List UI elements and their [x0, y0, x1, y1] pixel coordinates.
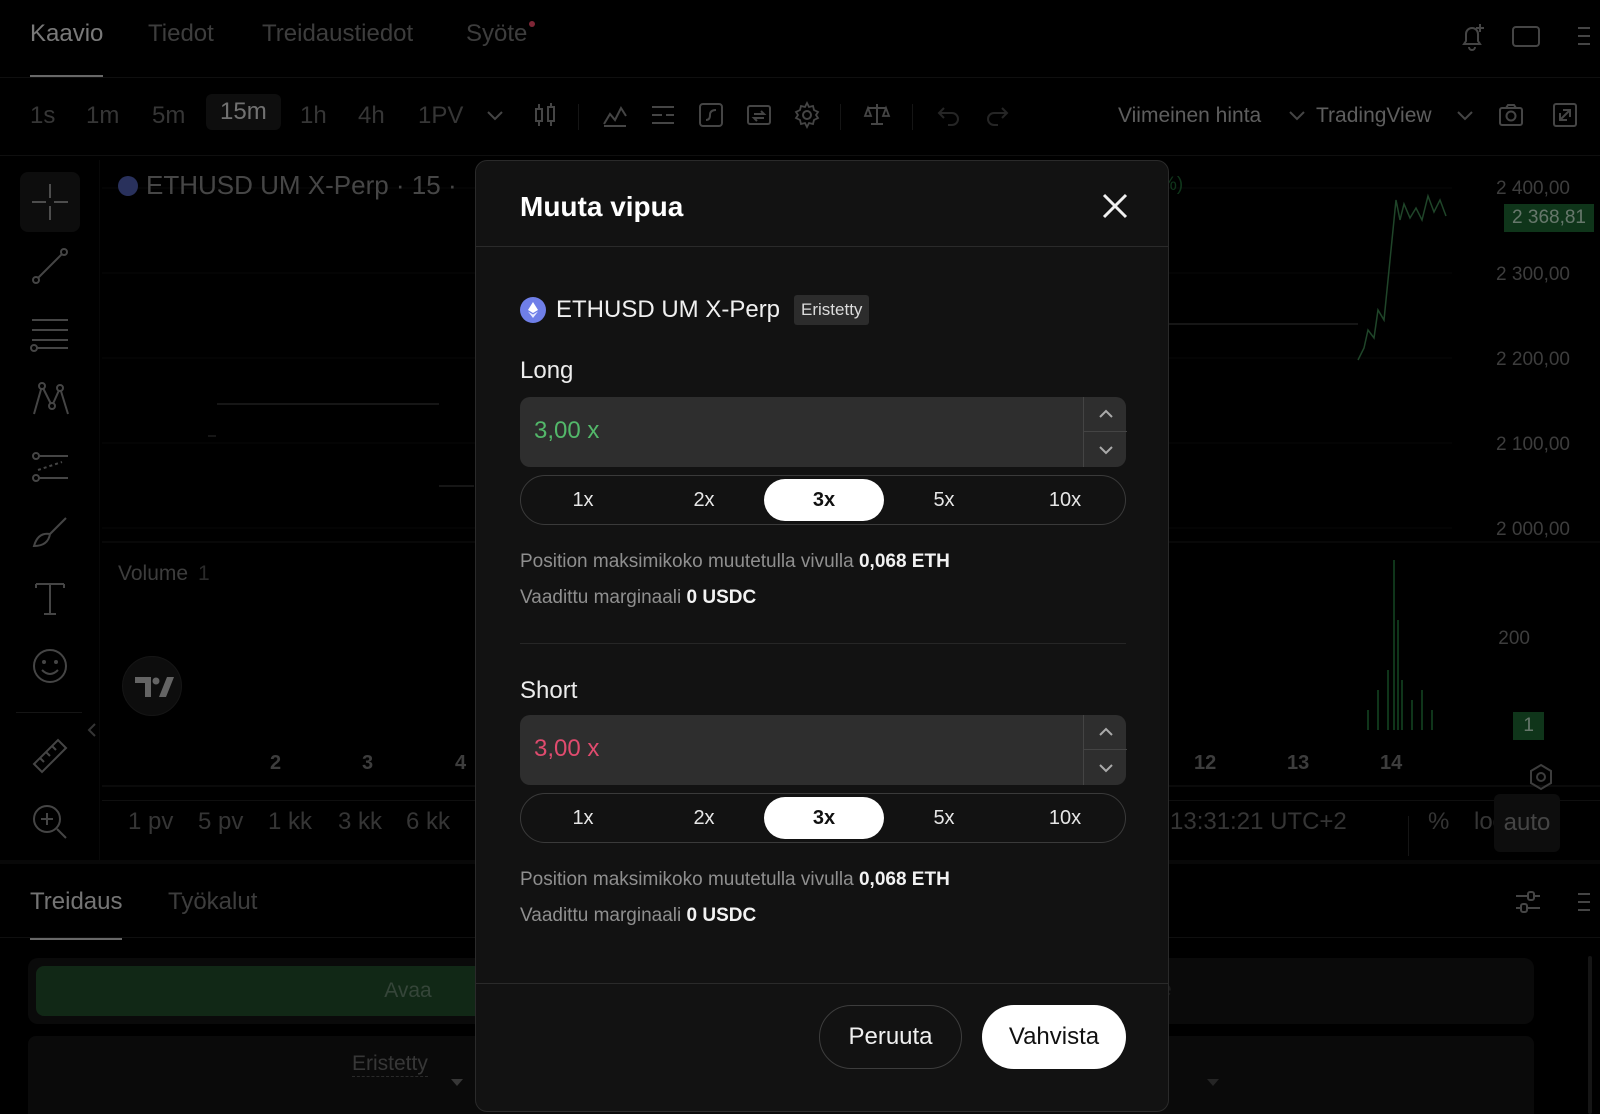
dialog-title: Muuta vipua: [520, 191, 684, 222]
long-decrease-button[interactable]: [1084, 432, 1127, 467]
short-increase-button[interactable]: [1084, 715, 1127, 750]
long-preset-1x[interactable]: 1x: [523, 479, 643, 521]
short-preset-10x[interactable]: 10x: [1005, 797, 1125, 839]
short-preset-3x[interactable]: 3x: [764, 797, 884, 839]
long-increase-button[interactable]: [1084, 397, 1127, 432]
close-icon[interactable]: [1098, 189, 1132, 223]
long-preset-10x[interactable]: 10x: [1005, 479, 1125, 521]
long-preset-5x[interactable]: 5x: [884, 479, 1004, 521]
long-margin-value: 0 USDC: [686, 587, 757, 608]
eth-icon: [520, 297, 546, 323]
chevron-up-icon: [1098, 409, 1113, 418]
chevron-up-icon: [1098, 727, 1113, 736]
long-leverage-stepper: [1083, 397, 1127, 467]
short-leverage-value[interactable]: 3,00 x: [534, 735, 599, 763]
short-margin-value: 0 USDC: [686, 905, 757, 926]
long-preset-group: 1x 2x 3x 5x 10x: [520, 475, 1126, 525]
short-leverage-stepper: [1083, 715, 1127, 785]
short-preset-group: 1x 2x 3x 5x 10x: [520, 793, 1126, 843]
long-max-size-label: Position maksimikoko muutetulla vivulla: [520, 551, 854, 572]
short-decrease-button[interactable]: [1084, 750, 1127, 785]
margin-mode-badge: Eristetty: [794, 295, 870, 325]
market-info: ETHUSD UM X-Perp Eristetty: [520, 293, 870, 327]
long-max-size-value: 0,068 ETH: [858, 551, 950, 572]
short-max-size-value: 0,068 ETH: [858, 869, 950, 890]
chevron-down-icon: [1098, 763, 1113, 772]
leverage-dialog: Muuta vipua ETHUSD UM X-Perp Eristetty L…: [475, 160, 1169, 1112]
short-margin-label: Vaadittu marginaali: [520, 905, 682, 926]
long-preset-3x[interactable]: 3x: [764, 479, 884, 521]
cancel-button[interactable]: Peruuta: [819, 1005, 962, 1069]
short-max-size-label: Position maksimikoko muutetulla vivulla: [520, 869, 854, 890]
short-preset-1x[interactable]: 1x: [523, 797, 643, 839]
section-divider: [520, 643, 1126, 644]
long-preset-2x[interactable]: 2x: [644, 479, 764, 521]
long-margin-label: Vaadittu marginaali: [520, 587, 682, 608]
confirm-button[interactable]: Vahvista: [982, 1005, 1126, 1069]
short-preset-5x[interactable]: 5x: [884, 797, 1004, 839]
long-required-margin: Vaadittu marginaali 0 USDC: [520, 587, 756, 609]
short-required-margin: Vaadittu marginaali 0 USDC: [520, 905, 756, 927]
long-label: Long: [520, 357, 574, 384]
market-name: ETHUSD UM X-Perp: [556, 296, 781, 323]
chevron-down-icon: [1098, 445, 1113, 454]
long-leverage-input[interactable]: 3,00 x: [520, 397, 1127, 467]
short-max-size: Position maksimikoko muutetulla vivulla …: [520, 869, 950, 891]
long-max-size: Position maksimikoko muutetulla vivulla …: [520, 551, 950, 573]
long-leverage-value[interactable]: 3,00 x: [534, 417, 599, 445]
dialog-footer-divider: [476, 983, 1168, 984]
short-preset-2x[interactable]: 2x: [644, 797, 764, 839]
short-leverage-input[interactable]: 3,00 x: [520, 715, 1127, 785]
short-label: Short: [520, 677, 578, 704]
dialog-header: Muuta vipua: [476, 161, 1168, 247]
